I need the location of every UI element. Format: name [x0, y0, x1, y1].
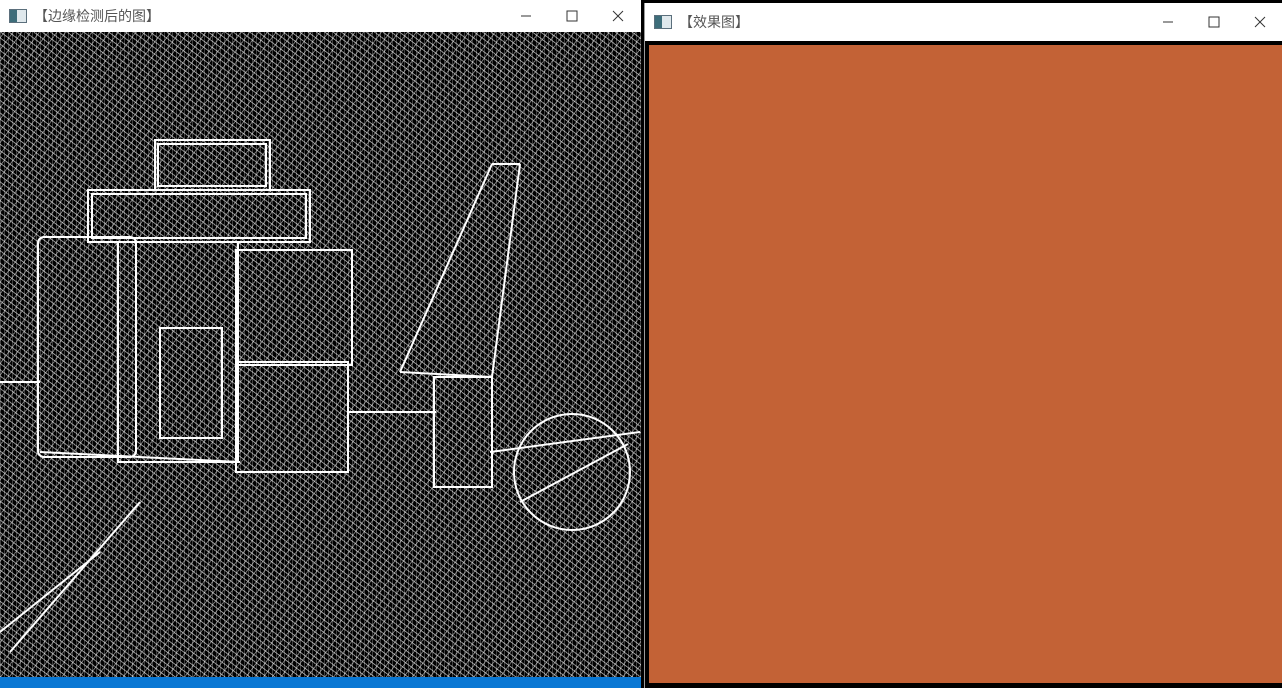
result-image — [645, 41, 1282, 688]
result-window-titlebar[interactable]: 【效果图】 — [645, 3, 1282, 41]
edge-outline-drawing — [0, 139, 641, 653]
result-window-title: 【效果图】 — [679, 15, 749, 31]
close-button[interactable] — [1237, 3, 1282, 41]
maximize-icon — [566, 10, 578, 22]
edge-detection-image — [0, 32, 641, 677]
maximize-button[interactable] — [1191, 3, 1237, 41]
maximize-button[interactable] — [549, 0, 595, 32]
edge-window-caption-buttons — [503, 0, 641, 32]
result-window-caption-buttons — [1145, 3, 1282, 41]
close-icon — [1254, 16, 1266, 28]
minimize-button[interactable] — [1145, 3, 1191, 41]
taskbar-strip — [0, 677, 641, 688]
minimize-icon — [521, 15, 531, 17]
app-window-icon — [9, 9, 27, 23]
result-color-fill — [649, 45, 1282, 683]
app-window-icon — [654, 15, 672, 29]
edge-detection-window: 【边缘检测后的图】 — [0, 0, 641, 688]
result-window: 【效果图】 — [644, 3, 1282, 688]
close-icon — [612, 10, 624, 22]
close-button[interactable] — [595, 0, 641, 32]
edge-window-title: 【边缘检测后的图】 — [34, 9, 160, 25]
edge-window-titlebar[interactable]: 【边缘检测后的图】 — [0, 0, 641, 32]
minimize-icon — [1163, 21, 1173, 23]
minimize-button[interactable] — [503, 0, 549, 32]
maximize-icon — [1208, 16, 1220, 28]
